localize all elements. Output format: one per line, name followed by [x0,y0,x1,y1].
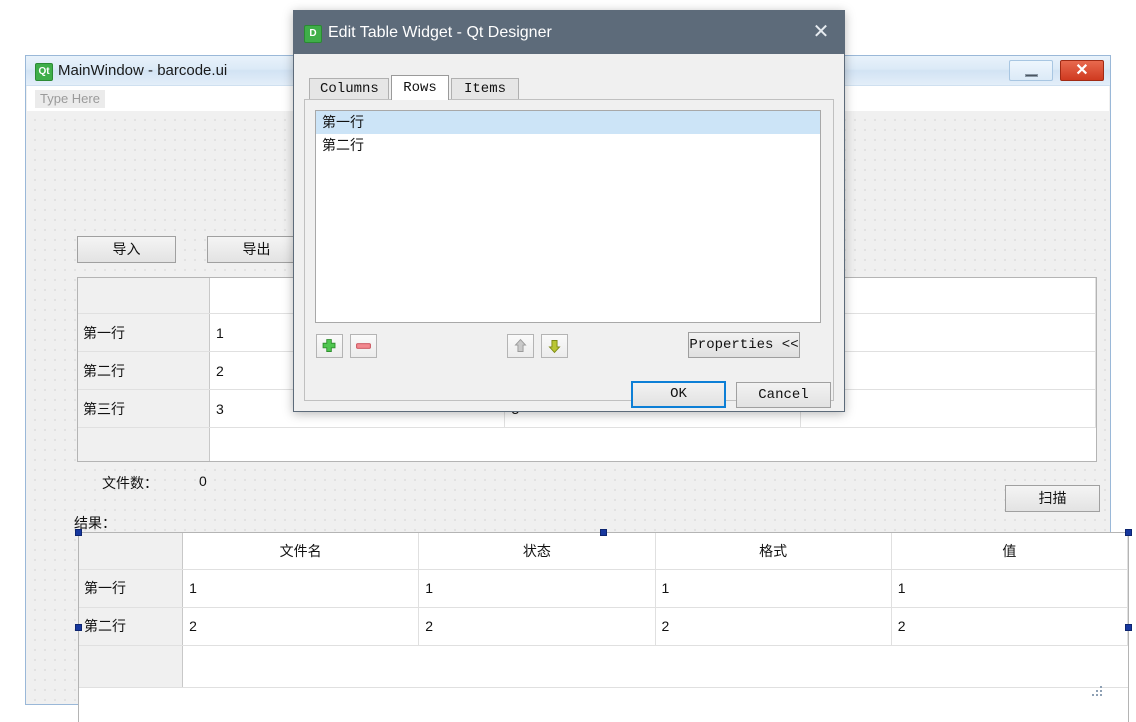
dialog-titlebar: D Edit Table Widget - Qt Designer ✕ [294,11,844,54]
edit-table-widget-dialog: D Edit Table Widget - Qt Designer ✕ Colu… [293,10,845,412]
results-table-cell[interactable]: 2 [418,607,656,646]
main-window-title: MainWindow - barcode.ui [58,62,228,79]
export-button[interactable]: 导出 [207,236,306,263]
results-table-row-header[interactable]: 第一行 [79,569,184,608]
cancel-button[interactable]: Cancel [736,382,831,408]
file-count-value: 0 [199,473,207,489]
remove-icon [356,343,371,349]
results-table-cell[interactable]: 2 [655,607,892,646]
selection-handle-top-center[interactable] [600,529,607,536]
rows-tab-panel: 第一行 第二行 Properties << [304,99,834,401]
import-button-label: 导入 [112,241,141,257]
tab-items[interactable]: Items [451,78,519,100]
rows-list[interactable]: 第一行 第二行 [315,110,821,323]
results-table-cell[interactable]: 1 [182,569,420,608]
results-table-cell[interactable]: 1 [655,569,892,608]
results-table-corner[interactable] [79,533,184,570]
results-table-row-header[interactable]: 第二行 [79,607,184,646]
files-table-row-header-empty [78,427,210,461]
results-table-cell[interactable]: 2 [182,607,420,646]
results-table-cell[interactable]: 2 [891,607,1128,646]
minimize-icon [1025,74,1038,77]
close-button[interactable]: ✕ [1060,60,1104,81]
results-table-col-header[interactable]: 格式 [655,533,892,570]
file-count-label: 文件数： [102,475,158,491]
qt-logo-icon: Qt [35,63,53,81]
remove-row-button[interactable] [350,334,377,358]
dialog-title: Edit Table Widget - Qt Designer [328,24,552,41]
table-row[interactable]: 第二行 2 2 2 2 [79,607,1128,646]
dialog-body: Columns Rows Items 第一行 第二行 Properties <<… [294,54,844,411]
table-row[interactable]: 第一行 1 1 1 1 [79,569,1128,608]
table-row-empty [78,427,1096,461]
results-table[interactable]: 文件名 状态 格式 值 第一行 1 1 1 1 第二行 2 2 2 2 [78,532,1129,722]
table-header-row: 文件名 状态 格式 值 [79,533,1128,570]
scan-button[interactable]: 扫描 [1005,485,1100,512]
move-row-down-button[interactable] [541,334,568,358]
tab-rows[interactable]: Rows [391,75,449,100]
table-row-empty [79,645,1128,688]
export-button-label: 导出 [242,241,271,257]
import-button[interactable]: 导入 [77,236,176,263]
add-icon [322,339,336,352]
arrow-up-icon [514,338,527,352]
scan-button-label: 扫描 [1038,490,1067,506]
tab-columns[interactable]: Columns [309,78,389,100]
selection-handle-middle-right[interactable] [1125,624,1132,631]
results-table-col-header[interactable]: 值 [891,533,1128,570]
results-table-col-header[interactable]: 文件名 [182,533,420,570]
results-table-cell[interactable]: 1 [418,569,656,608]
results-table-col-header[interactable]: 状态 [418,533,656,570]
designer-icon: D [304,25,322,43]
selection-handle-top-right[interactable] [1125,529,1132,536]
dialog-close-icon[interactable]: ✕ [806,21,836,45]
properties-toggle-button[interactable]: Properties << [688,332,800,358]
files-table-row-header[interactable]: 第三行 [78,389,210,428]
selection-handle-middle-left[interactable] [75,624,82,631]
screen: Qt MainWindow - barcode.ui ✕ Type Here 导… [0,0,1136,722]
files-table-row-header[interactable]: 第二行 [78,351,210,390]
close-icon: ✕ [1075,62,1089,79]
minimize-button[interactable] [1009,60,1053,81]
list-item[interactable]: 第一行 [316,111,820,134]
results-table-empty-area [182,645,1128,688]
files-table-empty-area [209,427,1096,461]
list-item[interactable]: 第二行 [316,134,820,157]
files-table-corner[interactable] [78,278,210,314]
arrow-down-icon [548,340,561,354]
results-table-row-header-empty [79,645,184,688]
add-row-button[interactable] [316,334,343,358]
menubar-type-here-placeholder[interactable]: Type Here [35,90,105,108]
move-row-up-button[interactable] [507,334,534,358]
selection-handle-top-left[interactable] [75,529,82,536]
resize-grip-icon[interactable] [1091,685,1105,699]
files-table-row-header[interactable]: 第一行 [78,313,210,352]
ok-button[interactable]: OK [631,381,726,408]
results-table-cell[interactable]: 1 [891,569,1128,608]
